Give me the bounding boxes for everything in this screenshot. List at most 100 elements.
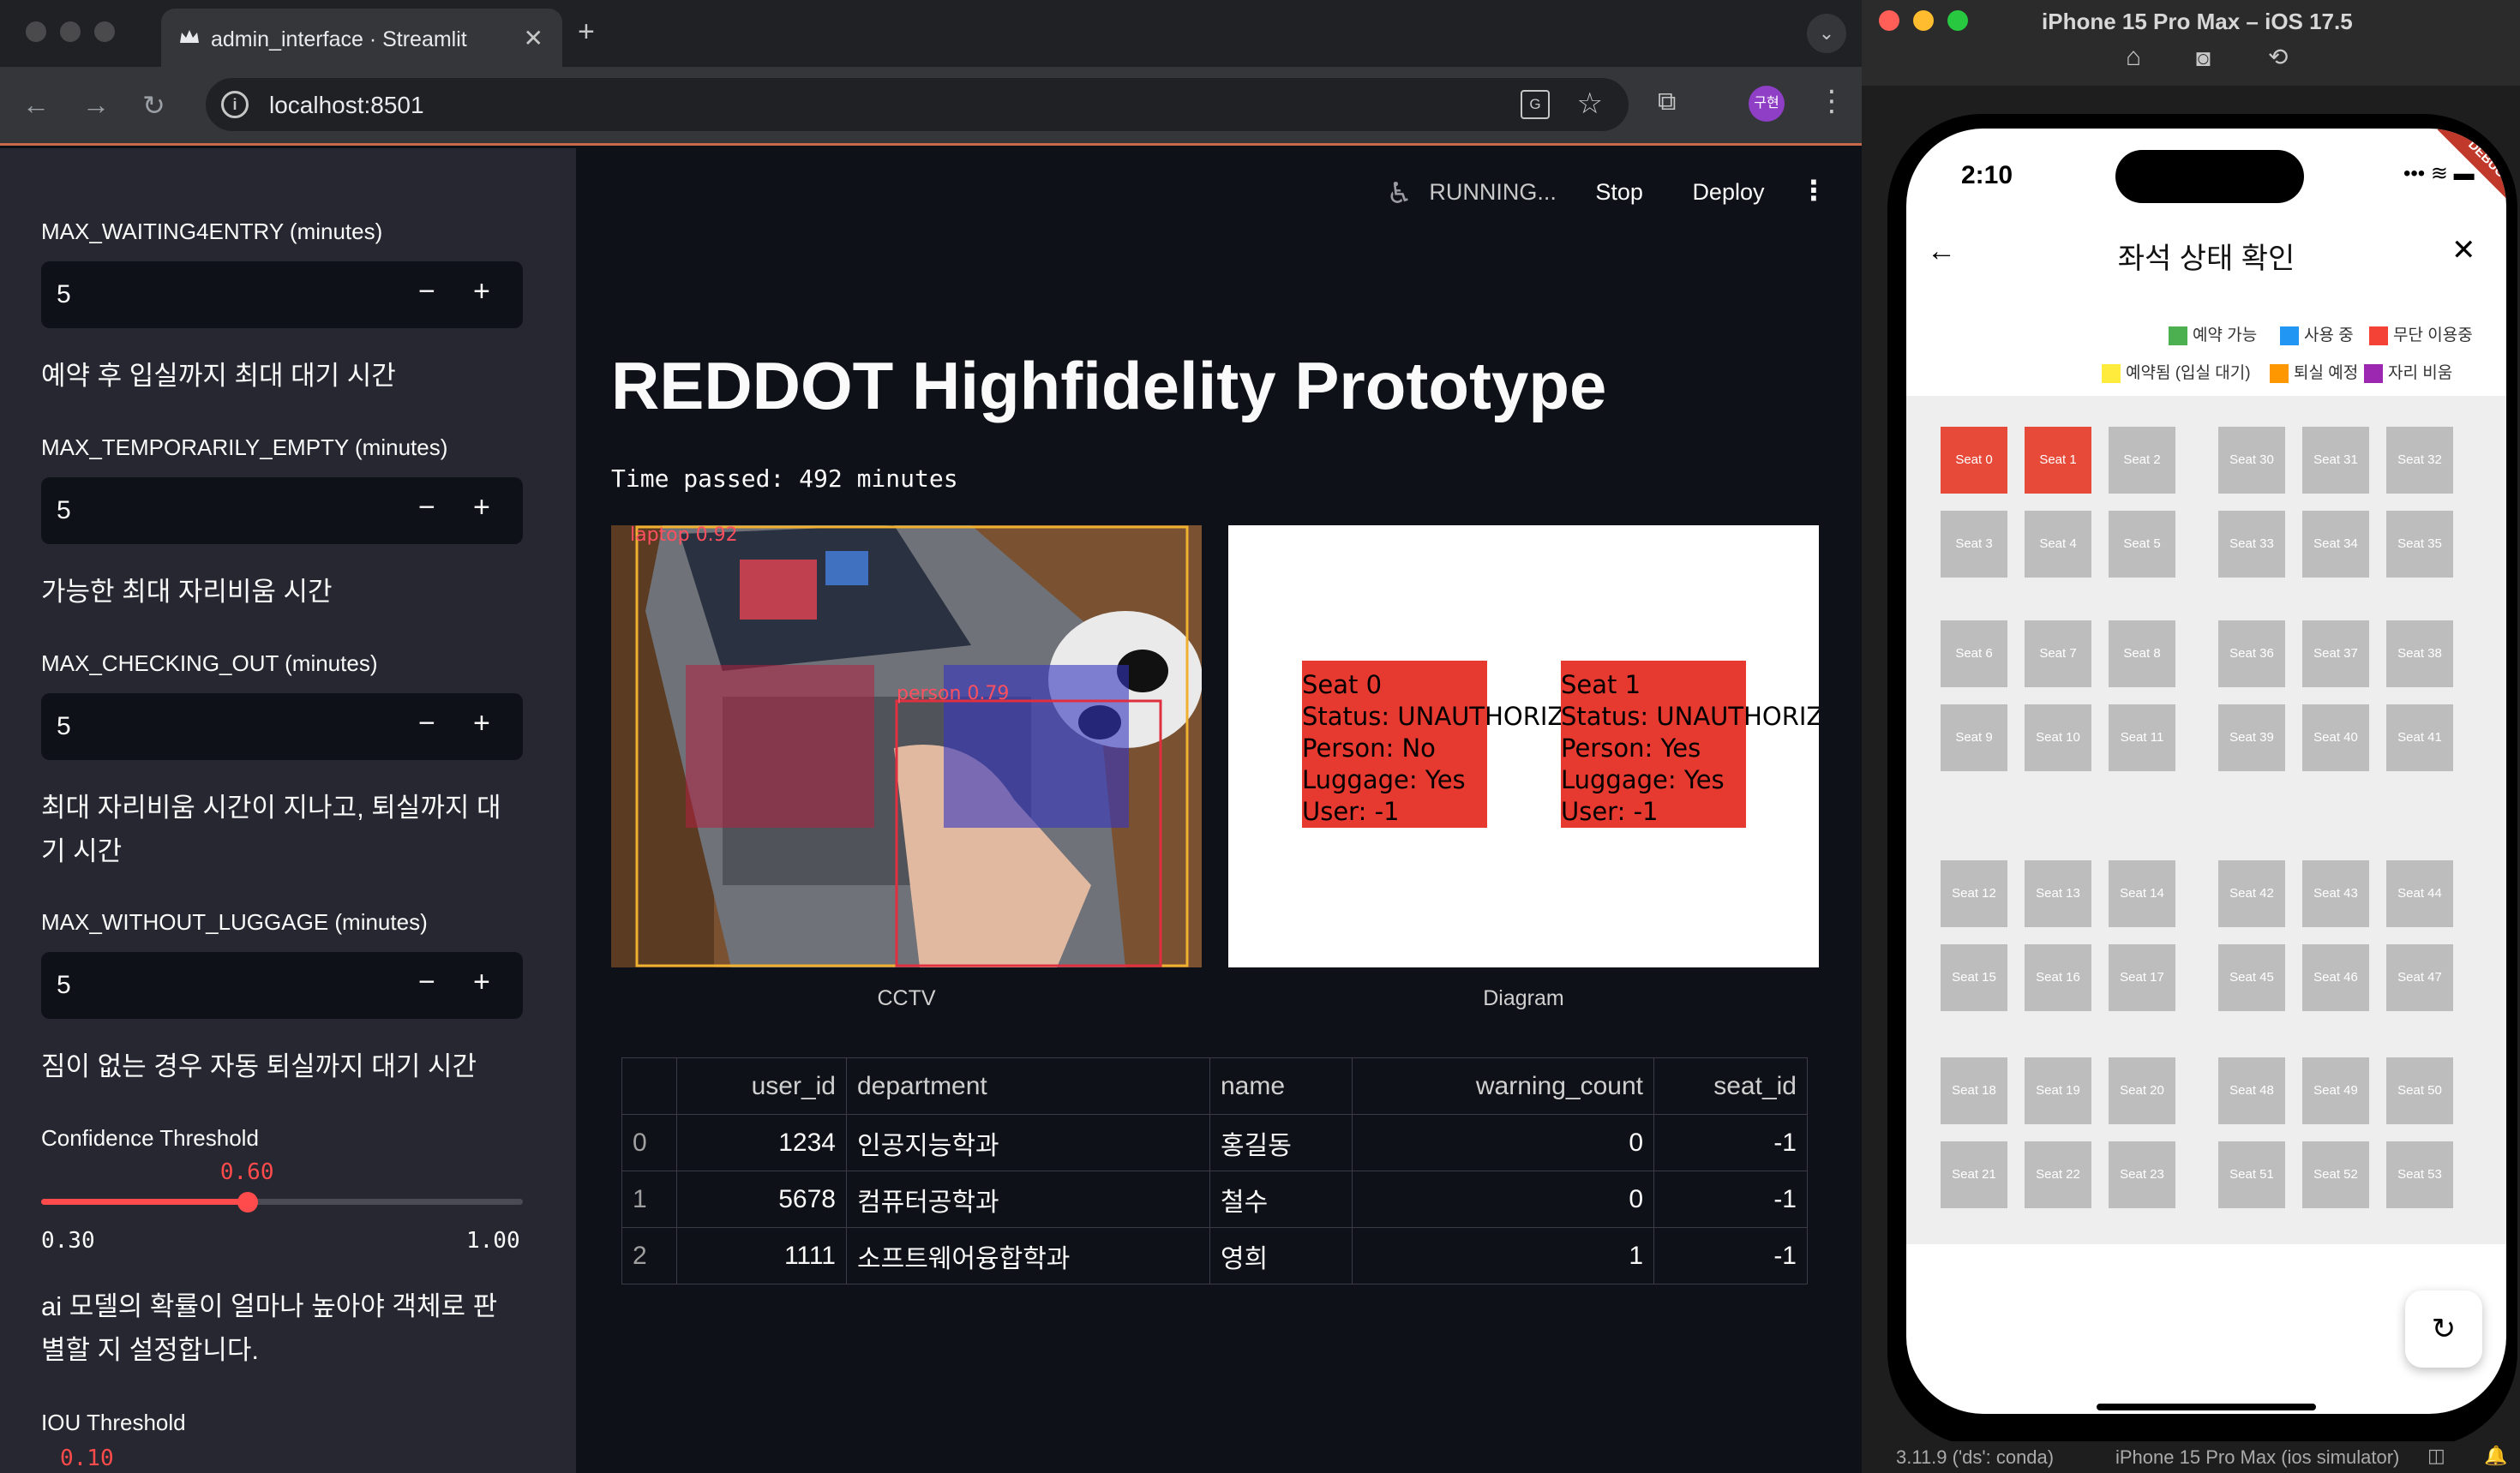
seat-tile[interactable]: Seat 15	[1941, 944, 2007, 1011]
table-cell[interactable]: -1	[1653, 1171, 1808, 1228]
main-menu-icon[interactable]: ⋮	[1800, 175, 1827, 206]
seat-tile[interactable]: Seat 11	[2109, 704, 2175, 771]
browser-tab[interactable]: admin_interface · Streamlit ✕	[161, 9, 562, 67]
python-env[interactable]: 3.11.9 ('ds': conda)	[1896, 1446, 2054, 1469]
table-row[interactable]: 2 1111 소프트웨어융합학과 영희 1 -1	[621, 1227, 1808, 1284]
seat-tile[interactable]: Seat 19	[2025, 1057, 2091, 1124]
seat-tile[interactable]: Seat 49	[2302, 1057, 2369, 1124]
number-value[interactable]: 5	[57, 496, 71, 525]
number-value[interactable]: 5	[57, 712, 71, 741]
seat-tile[interactable]: Seat 46	[2302, 944, 2369, 1011]
url-text[interactable]: localhost:8501	[269, 92, 424, 119]
window-close-dot[interactable]	[26, 21, 46, 42]
site-info-icon[interactable]: i	[221, 91, 249, 118]
confidence-slider-track[interactable]	[41, 1199, 523, 1205]
table-cell[interactable]: -1	[1653, 1114, 1808, 1171]
table-cell[interactable]: 철수	[1209, 1171, 1353, 1228]
tab-close-icon[interactable]: ✕	[524, 24, 543, 52]
window-zoom-dot[interactable]	[94, 21, 115, 42]
table-row[interactable]: 0 1234 인공지능학과 홍길동 0 -1	[621, 1114, 1808, 1171]
seat-tile[interactable]: Seat 7	[2025, 620, 2091, 687]
seat-tile[interactable]: Seat 2	[2109, 427, 2175, 494]
table-cell[interactable]: 영희	[1209, 1227, 1353, 1284]
tab-search-icon[interactable]: ⌄	[1807, 14, 1846, 53]
confidence-slider-thumb[interactable]	[237, 1192, 258, 1213]
seat-tile[interactable]: Seat 13	[2025, 860, 2091, 927]
sim-close-dot[interactable]	[1879, 10, 1899, 31]
number-input-waiting4entry[interactable]: 5 − +	[41, 261, 523, 328]
number-value[interactable]: 5	[57, 280, 71, 309]
seat-tile[interactable]: Seat 17	[2109, 944, 2175, 1011]
seat-tile[interactable]: Seat 8	[2109, 620, 2175, 687]
table-cell[interactable]: 홍길동	[1209, 1114, 1353, 1171]
deploy-button[interactable]: Deploy	[1692, 179, 1764, 205]
forward-icon[interactable]: →	[82, 89, 110, 121]
number-value[interactable]: 5	[57, 971, 71, 1000]
table-cell[interactable]: 1234	[676, 1114, 847, 1171]
seat-tile[interactable]: Seat 22	[2025, 1141, 2091, 1208]
browser-menu-icon[interactable]: ⋮	[1817, 84, 1846, 118]
decrement-button[interactable]: −	[418, 491, 435, 524]
seat-tile[interactable]: Seat 45	[2218, 944, 2285, 1011]
home-icon[interactable]: ⌂	[2126, 43, 2141, 72]
seat-tile[interactable]: Seat 9	[1941, 704, 2007, 771]
new-tab-icon[interactable]: +	[578, 15, 595, 49]
table-cell[interactable]: 소프트웨어융합학과	[846, 1227, 1210, 1284]
seat-tile[interactable]: Seat 52	[2302, 1141, 2369, 1208]
seat-tile[interactable]: Seat 1	[2025, 427, 2091, 494]
seat-tile[interactable]: Seat 47	[2386, 944, 2453, 1011]
seat-tile[interactable]: Seat 35	[2386, 511, 2453, 578]
column-header[interactable]: user_id	[676, 1057, 847, 1115]
seat-tile[interactable]: Seat 10	[2025, 704, 2091, 771]
seat-tile[interactable]: Seat 16	[2025, 944, 2091, 1011]
stop-button[interactable]: Stop	[1595, 179, 1643, 205]
seat-tile[interactable]: Seat 21	[1941, 1141, 2007, 1208]
table-cell[interactable]: 0	[1352, 1171, 1654, 1228]
seat-tile[interactable]: Seat 42	[2218, 860, 2285, 927]
decrement-button[interactable]: −	[418, 966, 435, 999]
sim-minimize-dot[interactable]	[1913, 10, 1934, 31]
rotate-icon[interactable]: ⟲	[2268, 43, 2288, 71]
sim-zoom-dot[interactable]	[1947, 10, 1968, 31]
translate-icon[interactable]: G	[1521, 90, 1550, 119]
seat-tile[interactable]: Seat 38	[2386, 620, 2453, 687]
refresh-button[interactable]: ↻	[2405, 1290, 2482, 1368]
increment-button[interactable]: +	[473, 275, 490, 308]
table-cell[interactable]: 1111	[676, 1227, 847, 1284]
number-input-temporarily-empty[interactable]: 5 − +	[41, 477, 523, 544]
table-cell[interactable]: 5678	[676, 1171, 847, 1228]
number-input-checking-out[interactable]: 5 − +	[41, 693, 523, 760]
seat-tile[interactable]: Seat 3	[1941, 511, 2007, 578]
seat-tile[interactable]: Seat 53	[2386, 1141, 2453, 1208]
bookmark-star-icon[interactable]: ☆	[1577, 87, 1603, 121]
increment-button[interactable]: +	[473, 707, 490, 740]
table-cell[interactable]: 컴퓨터공학과	[846, 1171, 1210, 1228]
seat-tile[interactable]: Seat 6	[1941, 620, 2007, 687]
decrement-button[interactable]: −	[418, 275, 435, 308]
layout-icon[interactable]: ◫	[2427, 1445, 2445, 1467]
bell-icon[interactable]: 🔔	[2484, 1445, 2507, 1467]
table-cell[interactable]: 1	[1352, 1227, 1654, 1284]
table-cell[interactable]: 인공지능학과	[846, 1114, 1210, 1171]
seat-tile[interactable]: Seat 40	[2302, 704, 2369, 771]
seat-tile[interactable]: Seat 0	[1941, 427, 2007, 494]
column-header[interactable]: department	[846, 1057, 1210, 1115]
seat-tile[interactable]: Seat 43	[2302, 860, 2369, 927]
close-icon[interactable]: ✕	[2451, 233, 2476, 267]
seat-tile[interactable]: Seat 50	[2386, 1057, 2453, 1124]
seat-tile[interactable]: Seat 32	[2386, 427, 2453, 494]
seat-tile[interactable]: Seat 14	[2109, 860, 2175, 927]
back-icon[interactable]: ←	[22, 89, 50, 121]
seat-tile[interactable]: Seat 30	[2218, 427, 2285, 494]
users-dataframe[interactable]: user_id department name warning_count se…	[621, 1057, 1808, 1284]
seat-tile[interactable]: Seat 23	[2109, 1141, 2175, 1208]
column-header[interactable]	[621, 1057, 677, 1115]
seat-tile[interactable]: Seat 33	[2218, 511, 2285, 578]
seat-tile[interactable]: Seat 18	[1941, 1057, 2007, 1124]
seat-tile[interactable]: Seat 36	[2218, 620, 2285, 687]
column-header[interactable]: seat_id	[1653, 1057, 1808, 1115]
column-header[interactable]: warning_count	[1352, 1057, 1654, 1115]
seat-tile[interactable]: Seat 39	[2218, 704, 2285, 771]
table-cell[interactable]: 0	[1352, 1114, 1654, 1171]
seat-tile[interactable]: Seat 44	[2386, 860, 2453, 927]
